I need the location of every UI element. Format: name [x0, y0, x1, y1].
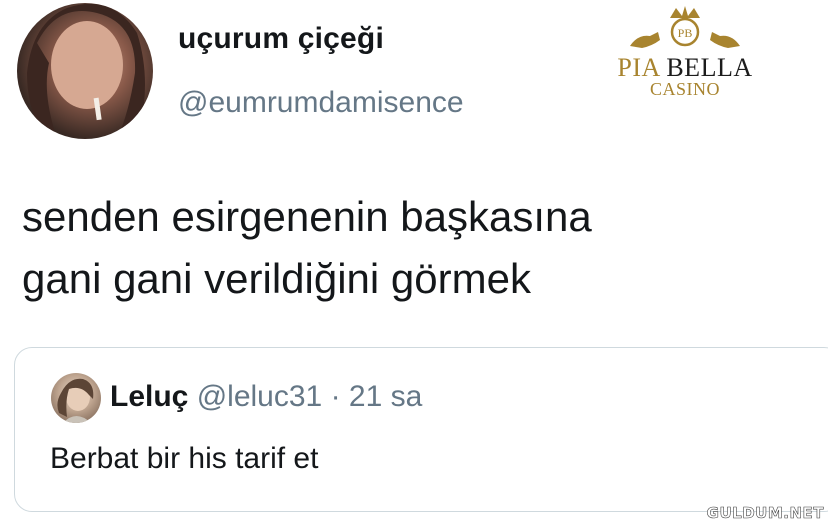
quoted-tweet-timestamp[interactable]: 21 sa [349, 380, 422, 413]
tweet-text-line-1: senden esirgenenin başkasına [22, 193, 592, 240]
site-watermark: GULDUM.NET [706, 504, 824, 523]
crown-logo-icon: PB [630, 6, 740, 48]
quoted-user-name[interactable]: Leluç [110, 380, 188, 413]
quoted-tweet-text: Berbat bir his tarif et [50, 442, 319, 475]
quoted-user-handle[interactable]: @leluc31 [197, 380, 323, 413]
quoted-user-avatar[interactable] [51, 373, 101, 423]
logo-brand-part1: PIA [617, 53, 660, 82]
separator-dot: · [330, 380, 341, 413]
display-name[interactable]: uçurum çiçeği [178, 22, 384, 56]
logo-brand-part2: BELLA [666, 53, 753, 82]
tweet-text-line-2: gani gani verildiğini görmek [22, 255, 531, 302]
quoted-tweet-header: Leluç @leluc31 · 21 sa [110, 380, 422, 414]
profile-avatar[interactable] [17, 3, 153, 139]
avatar-photo [27, 3, 145, 139]
quoted-avatar-photo [57, 378, 94, 423]
user-handle[interactable]: @eumrumdamisence [178, 86, 464, 120]
quoted-tweet-card[interactable]: Leluç @leluc31 · 21 sa Berbat bir his ta… [14, 347, 828, 512]
tweet-text: senden esirgenenin başkasına gani gani v… [22, 186, 782, 310]
logo-badge: PB [678, 26, 693, 40]
logo-subtitle: CASINO [649, 79, 720, 99]
casino-logo-watermark: PB PIA BELLA CASINO [590, 6, 780, 101]
